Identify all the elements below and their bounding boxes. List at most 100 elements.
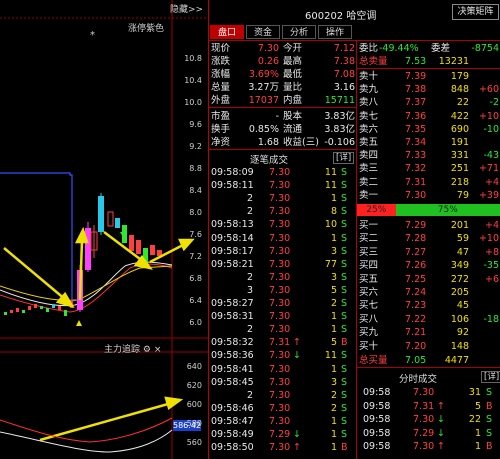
tab-analysis[interactable]: 分析	[282, 25, 316, 39]
bid-row[interactable]: 买四 7.26 349 -35	[359, 260, 499, 271]
bid-row[interactable]: 买十 7.20 148	[359, 341, 499, 352]
bid-row[interactable]: 买二 7.28 59 +10	[359, 233, 499, 244]
ask-row[interactable]: 卖五 7.34 191	[359, 137, 499, 148]
ask-label: 卖十	[359, 71, 379, 82]
minute-price: 7.29	[413, 427, 435, 439]
quote-row: 涨跌 0.26 最高 7.38	[211, 56, 355, 67]
ask-row[interactable]: 卖一 7.30 79 +39	[359, 190, 499, 201]
bid-row[interactable]: 买七 7.23 45	[359, 300, 499, 311]
ask-change: +71	[478, 163, 499, 175]
tick-side: S	[341, 376, 348, 388]
tick-row: 09:58:45 7.30 3 S	[211, 377, 355, 388]
ask-row[interactable]: 卖九 7.38 848 +60	[359, 84, 499, 95]
quote-value: 3.69%	[248, 69, 279, 80]
minute-side: B	[486, 400, 493, 412]
tick-side: S	[341, 206, 348, 218]
tick-row: 09:58:31 7.30 1 S	[211, 311, 355, 322]
ask-volume: 22	[456, 97, 469, 109]
kline-chart[interactable]: 隐藏>> 涨停紫色 * 10.8 10.4 10.0 9.6 9.2 8.8 8.4 8.0 7…	[0, 0, 208, 459]
tick-row: 2 7.30 3 S	[211, 272, 355, 283]
quote-value: 0.85%	[248, 124, 279, 135]
tick-volume: 1	[330, 429, 337, 440]
ask-row[interactable]: 卖二 7.31 218 +4	[359, 177, 499, 188]
price-tick: 9.2	[189, 142, 202, 151]
bid-volume: 148	[450, 340, 469, 352]
ask-label: 卖五	[359, 137, 379, 148]
ask-row[interactable]: 卖三 7.32 251 +71	[359, 163, 499, 174]
tick-price: 7.30	[269, 402, 291, 414]
sell-ratio: 75%	[395, 204, 500, 216]
minute-side: B	[486, 441, 493, 452]
quote-value: 0.26	[257, 56, 279, 67]
tick-trades-title: 逐笔成交	[249, 155, 288, 166]
tick-row: 09:58:17 7.30 3 S	[211, 246, 355, 257]
tick-price: 7.31	[269, 337, 291, 349]
tick-volume: 3	[330, 245, 337, 257]
tick-time: 09:58:13	[211, 219, 254, 231]
bid-volume: 106	[450, 313, 469, 325]
tick-direction-icon: ↑	[293, 442, 301, 454]
minute-volume: 1	[474, 427, 481, 439]
ask-change: -10	[483, 123, 499, 135]
tick-side: S	[341, 350, 348, 362]
quote-label: 量比	[283, 82, 303, 93]
bid-row[interactable]: 买六 7.24 205	[359, 287, 499, 298]
hide-panel-button[interactable]: 隐藏>>	[170, 2, 203, 15]
gear-icon[interactable]: ⚙	[143, 345, 151, 355]
bid-row[interactable]: 买五 7.25 272 +6	[359, 274, 499, 285]
tab-pankou[interactable]: 盘口	[210, 25, 244, 39]
minute-row: 09:58 7.31 ↑ 5 B	[359, 401, 499, 412]
ask-change: +60	[478, 84, 499, 96]
bid-row[interactable]: 买八 7.22 106 -18	[359, 314, 499, 325]
minute-price: 7.30	[413, 414, 435, 425]
decision-matrix-button[interactable]: 决策矩阵	[452, 4, 499, 20]
tick-time: 09:58:49	[211, 429, 254, 440]
tick-price: 7.30	[269, 284, 291, 296]
bid-change: +10	[478, 233, 499, 245]
ask-label: 卖八	[359, 97, 379, 109]
tick-row: 09:58:13 7.30 10 S	[211, 219, 355, 230]
bid-change: +6	[484, 273, 499, 285]
tick-direction-icon: ↑	[293, 337, 301, 349]
bid-row[interactable]: 买一 7.29 201 +4	[359, 220, 499, 231]
bid-price: 7.21	[405, 327, 427, 339]
tick-time: 2	[246, 324, 253, 336]
bid-volume: 349	[450, 260, 469, 272]
tick-side: S	[341, 298, 348, 309]
tick-direction-icon: ↓	[293, 350, 301, 362]
annotation-arrows	[3, 226, 195, 442]
ask-row[interactable]: 卖八 7.37 22 -2	[359, 97, 499, 108]
price-tick: 8.8	[189, 164, 202, 173]
close-icon[interactable]: ×	[154, 345, 162, 355]
tick-side: S	[341, 271, 348, 283]
quote-label: 内盘	[283, 95, 303, 106]
bid-row[interactable]: 买九 7.21 92	[359, 327, 499, 338]
tick-direction-icon: ↓	[293, 429, 301, 440]
ask-row[interactable]: 卖四 7.33 331 -43	[359, 150, 499, 161]
tick-price: 7.30	[269, 363, 291, 375]
ask-row[interactable]: 卖七 7.36 422 +10	[359, 111, 499, 122]
tab-funds[interactable]: 资金	[246, 25, 280, 39]
ask-row[interactable]: 卖十 7.39 179	[359, 71, 499, 82]
ask-price: 7.33	[405, 150, 427, 162]
tick-price: 7.30	[269, 298, 291, 309]
star-marker: *	[90, 30, 95, 41]
ask-price: 7.38	[405, 84, 427, 96]
tick-time: 09:58:36	[211, 350, 254, 362]
tick-price: 7.30	[269, 232, 291, 244]
ask-row[interactable]: 卖六 7.35 690 -10	[359, 124, 499, 135]
ask-volume: 251	[450, 163, 469, 175]
ask-change: +39	[478, 189, 499, 201]
minute-price: 7.31	[413, 400, 435, 412]
tick-detail-button[interactable]: [详]	[333, 152, 355, 164]
minute-volume: 22	[468, 414, 481, 425]
tick-side: S	[341, 219, 348, 231]
ask-change: +4	[484, 176, 499, 188]
bid-row[interactable]: 买三 7.27 47 +8	[359, 247, 499, 258]
quote-row: 外盘 17037 内盘 15711	[211, 95, 355, 106]
minute-detail-button[interactable]: [详]	[481, 371, 500, 383]
tab-operate[interactable]: 操作	[318, 25, 352, 39]
quote-value: 15711	[324, 95, 355, 106]
minute-row: 09:58 7.30 ↑ 1 B	[359, 441, 499, 452]
tick-volume: 11	[324, 350, 337, 362]
